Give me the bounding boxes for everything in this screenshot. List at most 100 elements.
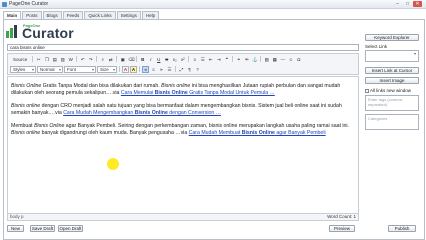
toolbar-row-2: Styles Normal Font Size A A ⫷ ≡ ⫸ ☰ ⤢ ¶ … <box>10 65 201 73</box>
logo-mark-icon <box>6 25 17 38</box>
new-window-checkbox-row[interactable]: All links new window <box>365 88 411 93</box>
paragraph-link[interactable]: Cara Memulai Bisnis Online Gratis Tanpa … <box>121 90 275 96</box>
toolbar-separator <box>76 56 78 62</box>
indent-icon[interactable]: ⇥ <box>215 56 222 63</box>
numbered-list-icon[interactable]: ≡ <box>191 56 198 63</box>
underline-button[interactable]: U <box>155 56 162 63</box>
preview-button[interactable]: Preview <box>329 225 355 232</box>
tab-main[interactable]: Main <box>3 11 22 19</box>
superscript-icon[interactable]: x² <box>179 56 186 63</box>
bold-button[interactable]: B <box>139 56 146 63</box>
close-icon[interactable]: ✕ <box>413 1 422 7</box>
help-icon[interactable]: ? <box>194 66 201 73</box>
styles-combo[interactable]: Styles <box>10 65 36 73</box>
text-span: Bisnis online <box>11 103 41 110</box>
element-path: body p <box>10 214 24 219</box>
show-blocks-icon[interactable]: ¶ <box>186 66 193 73</box>
paste-word-icon[interactable]: W <box>67 56 74 63</box>
align-justify-icon[interactable]: ☰ <box>166 66 173 73</box>
select-all-icon[interactable]: ▣ <box>119 56 126 63</box>
link-text: dengan Conversion … <box>167 109 221 116</box>
subscript-icon[interactable]: x₂ <box>171 56 178 63</box>
tab-feeds[interactable]: Feeds <box>62 11 84 19</box>
unlink-icon[interactable]: ⚮ <box>243 56 250 63</box>
remove-format-icon[interactable]: ⌫ <box>127 56 134 63</box>
minimize-icon[interactable]: – <box>393 1 402 7</box>
categories-box[interactable]: Categories <box>365 114 419 130</box>
toolbar-separator <box>175 66 176 72</box>
editor-paragraph: Membuat Bisnis Online agar Banyak Pembel… <box>11 123 355 136</box>
special-char-icon[interactable]: Ω <box>295 56 302 63</box>
mouse-cursor-highlight <box>107 158 119 170</box>
maximize-icon[interactable]: □ <box>403 1 412 7</box>
format-combo[interactable]: Normal <box>37 65 63 73</box>
cut-icon[interactable]: ✂ <box>35 56 42 63</box>
copy-icon[interactable]: ❐ <box>43 56 50 63</box>
publish-button[interactable]: Publish <box>388 225 416 232</box>
paragraph-link[interactable]: Cara Mudah Membuat Bisnis Online agar Ba… <box>189 130 326 136</box>
background-color-button[interactable]: A <box>130 65 137 73</box>
editor-toolbar: Source ✂ ❐ ▤ ▥ W ↶ ↷ ⌕ ⇄ ▣ ⌫ B I U S x₂ … <box>7 53 359 75</box>
text-color-button[interactable]: A <box>122 65 129 73</box>
link-text-bold: Bisnis Online <box>134 109 168 116</box>
link-icon[interactable]: ⚭ <box>235 56 242 63</box>
redo-icon[interactable]: ↷ <box>87 56 94 63</box>
toolbar-separator <box>119 66 120 72</box>
table-icon[interactable]: ▦ <box>271 56 278 63</box>
paste-text-icon[interactable]: ▥ <box>59 56 66 63</box>
strikethrough-button[interactable]: S <box>163 56 170 63</box>
tags-placeholder: Enter tags (comma separated) <box>368 97 402 107</box>
replace-icon[interactable]: ⇄ <box>107 56 114 63</box>
link-text: Gratis Tanpa Modal Untuk Pemula … <box>187 89 275 96</box>
keyword-explorer-button[interactable]: Keyword Explorer <box>365 34 419 41</box>
app-icon <box>2 2 7 7</box>
align-left-icon[interactable]: ⫷ <box>142 65 149 73</box>
source-button[interactable]: Source <box>10 56 30 63</box>
tab-settings[interactable]: Settings <box>116 11 141 19</box>
new-window-checkbox[interactable] <box>365 88 369 93</box>
toolbar-row-1: Source ✂ ❐ ▤ ▥ W ↶ ↷ ⌕ ⇄ ▣ ⌫ B I U S x₂ … <box>10 55 302 63</box>
horizontal-rule-icon[interactable]: — <box>279 56 286 63</box>
find-icon[interactable]: ⌕ <box>99 56 106 63</box>
tab-quick-links[interactable]: Quick Links <box>84 11 116 19</box>
paste-icon[interactable]: ▤ <box>51 56 58 63</box>
chevron-down-icon[interactable]: ▾ <box>412 51 418 56</box>
tab-blogs[interactable]: Blogs <box>42 11 62 19</box>
toolbar-separator <box>116 56 118 62</box>
italic-button[interactable]: I <box>147 56 154 63</box>
undo-icon[interactable]: ↶ <box>79 56 86 63</box>
blockquote-icon[interactable]: ❝ <box>223 56 230 63</box>
maximize-editor-icon[interactable]: ⤢ <box>178 66 185 73</box>
insert-link-button[interactable]: Insert Link at Cursor <box>365 67 419 74</box>
smiley-icon[interactable]: ☺ <box>287 56 294 63</box>
text-span: banyak digandrungi oleh kaum muda. Banya… <box>40 129 189 136</box>
text-span: Gratis Tanpa Modal dan bisa dilakukan da… <box>41 83 162 89</box>
toolbar-separator <box>139 66 140 72</box>
insert-image-button[interactable]: Insert Image <box>365 77 419 84</box>
align-right-icon[interactable]: ⫸ <box>158 66 165 73</box>
font-combo[interactable]: Font <box>64 65 96 73</box>
outdent-icon[interactable]: ⇤ <box>207 56 214 63</box>
new-button[interactable]: New <box>7 225 24 232</box>
window-titlebar: PageOne Curator – □ ✕ <box>0 0 426 9</box>
size-combo[interactable]: Size <box>97 65 117 73</box>
text-span: Bisnis Online <box>34 123 65 130</box>
paragraph-link[interactable]: Cara Mudah Mengembangkan Bisnis Online d… <box>63 110 221 116</box>
tab-posts[interactable]: Posts <box>22 11 42 19</box>
bullet-list-icon[interactable]: ☰ <box>199 56 206 63</box>
text-span: Bisnis Online <box>11 83 42 89</box>
link-list[interactable] <box>365 50 419 62</box>
anchor-icon[interactable]: ⚓ <box>251 56 258 63</box>
align-center-icon[interactable]: ≡ <box>150 66 157 73</box>
tab-help[interactable]: Help <box>141 11 160 19</box>
post-title-input[interactable]: cara bisnis online <box>7 44 359 51</box>
image-icon[interactable]: ▨ <box>263 56 270 63</box>
link-text-bold: Bisnis Online <box>241 129 275 136</box>
save-draft-button[interactable]: Save Draft <box>30 225 55 232</box>
editor-paragraph: Bisnis Online Gratis Tanpa Modal dan bis… <box>11 83 355 96</box>
open-draft-button[interactable]: Open Draft <box>58 225 83 232</box>
link-text: Cara Memulai <box>120 89 155 96</box>
toolbar-separator <box>32 56 34 62</box>
editor-content[interactable]: Bisnis Online Gratis Tanpa Modal dan bis… <box>7 76 359 214</box>
tags-box[interactable]: Enter tags (comma separated) <box>365 95 419 111</box>
